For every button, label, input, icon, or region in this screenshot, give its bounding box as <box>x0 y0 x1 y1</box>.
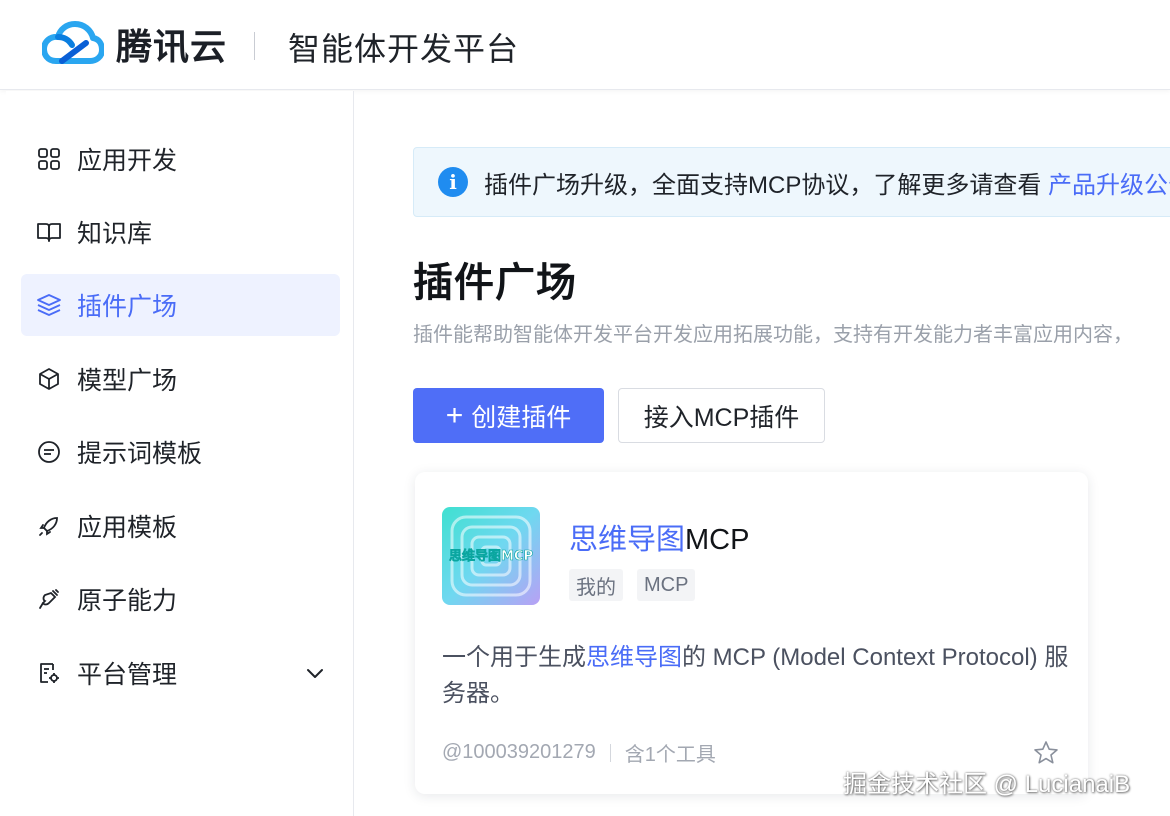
create-plugin-label: 创建插件 <box>471 403 572 432</box>
upgrade-announcement-link[interactable]: 产品升级公告 <box>1048 172 1170 199</box>
sidebar-item-label: 模型广场 <box>77 367 178 395</box>
brand-name: 腾讯云 <box>116 26 228 67</box>
plug-icon <box>35 585 63 613</box>
plugin-tool-count: 含1个工具 <box>624 744 716 766</box>
sidebar-item-label: 应用模板 <box>77 514 178 542</box>
cube-icon <box>35 365 63 393</box>
connect-mcp-label: 接入MCP插件 <box>643 403 800 432</box>
book-icon <box>35 218 63 246</box>
tag-mine: 我的 <box>569 569 623 601</box>
plugin-thumbnail: 思维导图MCP <box>442 507 540 605</box>
plugin-title-highlight: 思维导图 <box>569 524 686 556</box>
plugin-title-rest: MCP <box>685 524 750 556</box>
thumbnail-text: 思维导图MCP <box>449 548 533 564</box>
rocket-icon <box>35 512 63 540</box>
plugin-title[interactable]: 思维导图MCP <box>569 516 749 558</box>
sidebar: 应用开发 知识库 插件广场 模型广场 提示词模板 应用模板 原子能力 平台管理 <box>6 91 354 816</box>
sidebar-item-app-dev[interactable]: 应用开发 <box>21 128 340 190</box>
sidebar-item-prompt-templates[interactable]: 提示词模板 <box>21 421 340 483</box>
connect-mcp-plugin-button[interactable]: 接入MCP插件 <box>618 388 825 443</box>
sidebar-item-plugin-square[interactable]: 插件广场 <box>21 274 340 336</box>
settings-doc-icon <box>35 659 63 687</box>
plugin-author: @100039201279 <box>442 741 596 763</box>
page-description: 插件能帮助智能体开发平台开发应用拓展功能，支持有开发能力者丰富应用内容， <box>413 324 1133 346</box>
brand-logo[interactable]: 腾讯云 <box>42 18 227 70</box>
sidebar-item-model-square[interactable]: 模型广场 <box>21 348 340 410</box>
footer-divider <box>609 743 611 762</box>
tag-mcp: MCP <box>637 569 696 601</box>
create-plugin-button[interactable]: + 创建插件 <box>413 388 604 443</box>
layers-icon <box>35 291 63 319</box>
header-divider <box>254 32 255 60</box>
desc-highlight: 思维导图 <box>586 644 682 671</box>
sidebar-item-label: 插件广场 <box>77 293 178 321</box>
watermark: 掘金技术社区 @ LucianaiB <box>843 771 1131 798</box>
sidebar-item-label: 平台管理 <box>77 661 178 689</box>
sidebar-item-label: 原子能力 <box>77 587 178 615</box>
plugin-description: 一个用于生成思维导图的 MCP (Model Context Protocol)… <box>442 640 1072 712</box>
desc-prefix: 一个用于生成 <box>442 644 586 671</box>
chat-icon <box>35 438 63 466</box>
sidebar-item-atomic-capabilities[interactable]: 原子能力 <box>21 568 340 630</box>
sidebar-item-label: 应用开发 <box>77 147 178 175</box>
notice-message: 插件广场升级，全面支持MCP协议，了解更多请查看 <box>484 171 1048 199</box>
plugin-card[interactable]: 思维导图MCP 思维导图MCP 我的 MCP 一个用于生成思维导图的 MCP (… <box>415 472 1088 794</box>
sidebar-item-platform-management[interactable]: 平台管理 <box>21 642 340 704</box>
grid-icon <box>35 145 63 173</box>
notice-text: 插件广场升级，全面支持MCP协议，了解更多请查看 产品升级公告 <box>484 165 1170 200</box>
chevron-down-icon[interactable] <box>304 662 326 684</box>
info-icon: i <box>438 167 468 197</box>
page-title: 插件广场 <box>413 261 577 305</box>
sidebar-item-label: 知识库 <box>77 220 153 248</box>
platform-title: 智能体开发平台 <box>288 31 520 67</box>
sidebar-item-label: 提示词模板 <box>77 440 203 468</box>
top-bar: 腾讯云 智能体开发平台 <box>0 0 1170 90</box>
star-icon[interactable] <box>1033 740 1059 766</box>
sidebar-item-app-templates[interactable]: 应用模板 <box>21 495 340 557</box>
cloud-logo-icon <box>42 21 104 64</box>
sidebar-item-knowledge-base[interactable]: 知识库 <box>21 201 340 263</box>
plus-icon: + <box>445 398 464 432</box>
upgrade-notice-banner: i 插件广场升级，全面支持MCP协议，了解更多请查看 产品升级公告 <box>413 147 1170 217</box>
plugin-card-footer: @100039201279 含1个工具 <box>442 738 716 767</box>
